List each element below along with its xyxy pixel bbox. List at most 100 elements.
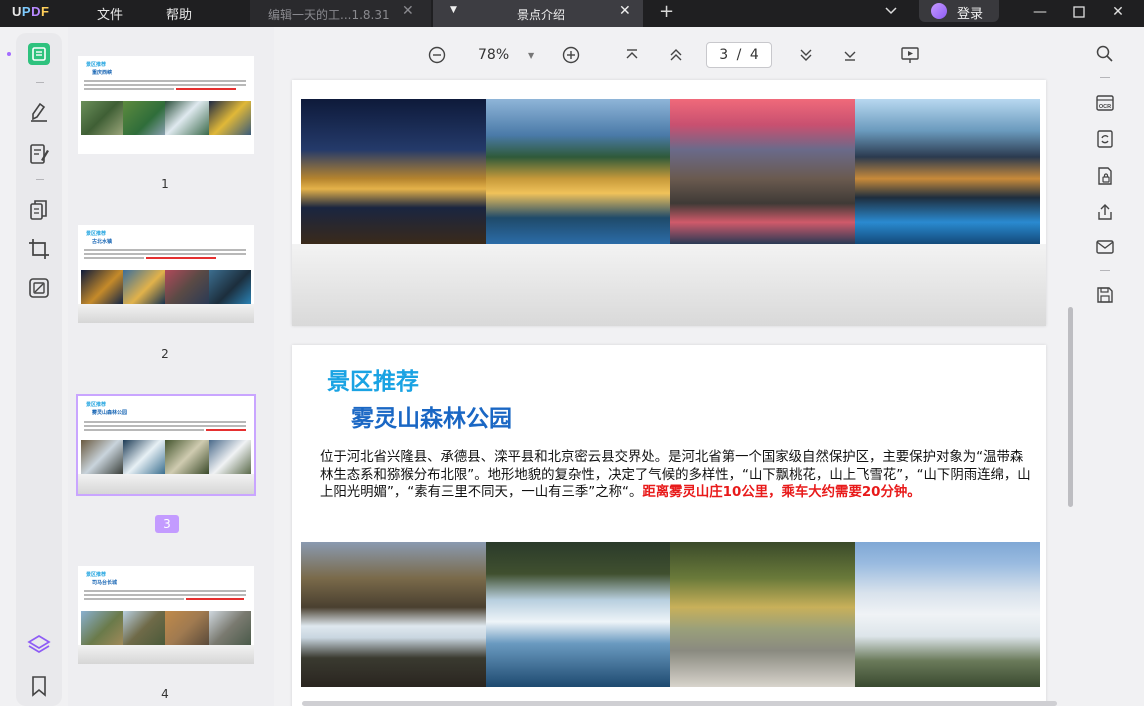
- photo-lake-evening: [855, 99, 1040, 244]
- thumb-text-line: [84, 88, 174, 90]
- thumb-text-line: [84, 249, 246, 251]
- body-paragraph: 位于河北省兴隆县、承德县、滦平县和北京密云县交界处。是河北省第一个国家级自然保护…: [320, 449, 1036, 502]
- thumbnail-page-number: 1: [161, 177, 169, 191]
- vertical-scrollbar[interactable]: [1068, 307, 1073, 507]
- current-page: 3: [719, 47, 729, 63]
- maximize-icon[interactable]: [1070, 3, 1088, 21]
- thumb-title: 景区推荐: [86, 572, 107, 578]
- close-icon[interactable]: ✕: [1109, 3, 1127, 21]
- highlight-text: 距离雾灵山庄10公里，乘车大约需要20分钟。: [642, 485, 921, 500]
- thumb-red-line: [206, 429, 246, 431]
- ocr-icon[interactable]: OCR: [1095, 93, 1115, 113]
- view-toolbar: 78% ▼ 3 / 4: [274, 27, 1077, 80]
- last-page-icon[interactable]: [840, 45, 860, 65]
- thumb-photo: [209, 101, 251, 135]
- slideshow-icon[interactable]: [900, 45, 920, 65]
- layers-icon[interactable]: [27, 633, 51, 657]
- previous-page-icon[interactable]: [666, 45, 686, 65]
- tab-close-icon[interactable]: ✕: [619, 3, 631, 19]
- tab-close-icon[interactable]: ✕: [402, 3, 414, 19]
- next-page-icon[interactable]: [796, 45, 816, 65]
- thumb-grey-band: [78, 304, 254, 323]
- photo-cascade: [486, 542, 670, 687]
- comment-icon[interactable]: [27, 100, 51, 124]
- thumb-photo: [81, 611, 123, 645]
- login-label: 登录: [957, 7, 984, 22]
- convert-icon[interactable]: [1095, 129, 1115, 149]
- separator: [36, 82, 44, 83]
- share-icon[interactable]: [1095, 202, 1115, 222]
- thumb-photo: [81, 270, 123, 304]
- menu-file[interactable]: 文件: [97, 4, 123, 23]
- thumb-text-line: [84, 421, 246, 423]
- thumb-text-line: [84, 253, 246, 255]
- svg-text:OCR: OCR: [1099, 104, 1111, 110]
- left-toolbar: [0, 27, 68, 706]
- photo-sunset-canal: [670, 99, 855, 244]
- photo-sea-of-clouds: [855, 542, 1040, 687]
- save-icon[interactable]: [1095, 285, 1115, 305]
- thumb-photo: [81, 440, 123, 474]
- separator: [1100, 77, 1110, 78]
- login-button[interactable]: 登录: [919, 0, 999, 22]
- tab-dropdown-icon[interactable]: ▼: [450, 5, 457, 15]
- thumb-photo: [165, 611, 209, 645]
- thumb-text-line: [84, 425, 246, 427]
- right-toolbar: OCR: [1077, 27, 1144, 706]
- edit-pdf-icon[interactable]: [27, 142, 51, 166]
- tab-label: 景点介绍: [517, 8, 566, 22]
- photo-forest-stairs: [670, 542, 855, 687]
- thumbnail-page-2[interactable]: 景区推荐 古北水镇: [78, 225, 254, 323]
- document-viewer[interactable]: 78% ▼ 3 / 4 景区推荐 雾灵山森林公园 位于河北省兴隆县、承德县、滦平…: [274, 27, 1077, 706]
- photo-water-town: [486, 99, 670, 244]
- zoom-in-icon[interactable]: [561, 45, 581, 65]
- search-icon[interactable]: [1095, 44, 1115, 64]
- zoom-out-icon[interactable]: [427, 45, 447, 65]
- horizontal-scrollbar[interactable]: [302, 701, 1057, 706]
- add-tab-icon[interactable]: +: [659, 1, 674, 22]
- thumb-grey-band: [78, 474, 254, 494]
- bookmark-icon[interactable]: [27, 674, 51, 698]
- redact-icon[interactable]: [27, 276, 51, 300]
- thumb-text-line: [84, 80, 246, 82]
- page-separator: /: [736, 47, 742, 63]
- thumb-red-line: [176, 88, 236, 90]
- section-subtitle: 雾灵山森林公园: [351, 406, 512, 432]
- thumb-subtitle: 古北水镇: [92, 239, 113, 245]
- thumb-red-line: [186, 598, 244, 600]
- thumb-subtitle: 司马台长城: [92, 580, 118, 586]
- reader-mode-icon[interactable]: [27, 42, 51, 66]
- thumb-photo: [123, 440, 165, 474]
- minimize-icon[interactable]: —: [1031, 3, 1049, 21]
- thumb-red-line: [146, 257, 216, 259]
- thumbnail-page-1[interactable]: 景区推荐 重庆西峡: [78, 56, 254, 154]
- zoom-level[interactable]: 78%: [478, 47, 509, 63]
- updf-logo[interactable]: UPDF: [12, 4, 49, 19]
- active-dot: [7, 52, 11, 56]
- zoom-dropdown-icon[interactable]: ▼: [528, 51, 534, 60]
- thumbnail-page-number: 4: [161, 687, 169, 701]
- section-title: 景区推荐: [327, 369, 419, 395]
- protect-icon[interactable]: [1095, 166, 1115, 186]
- tab-document-2[interactable]: ▼ 景点介绍 ✕: [433, 0, 643, 27]
- horizontal-scrollbar-track: [274, 701, 1077, 706]
- tab-document-1[interactable]: 编辑一天的工...1.8.31 ✕: [250, 0, 431, 27]
- thumbnail-page-4[interactable]: 景区推荐 司马台长城: [78, 566, 254, 664]
- thumbnail-panel[interactable]: 景区推荐 重庆西峡 1 景区推荐 古北水镇 2 景区推荐 雾灵山森林公园 3 景…: [68, 27, 274, 706]
- page-number-input[interactable]: 3 / 4: [706, 42, 772, 68]
- separator: [36, 179, 44, 180]
- thumb-photo: [123, 611, 165, 645]
- first-page-icon[interactable]: [622, 45, 642, 65]
- organize-pages-icon[interactable]: [27, 199, 51, 223]
- menu-help[interactable]: 帮助: [166, 4, 192, 23]
- thumb-photo: [123, 270, 165, 304]
- thumb-photo: [165, 270, 209, 304]
- chevron-down-icon[interactable]: [884, 4, 898, 18]
- thumb-text-line: [84, 257, 144, 259]
- avatar: [931, 3, 947, 19]
- thumbnail-page-3[interactable]: 景区推荐 雾灵山森林公园: [76, 394, 256, 496]
- crop-icon[interactable]: [27, 237, 51, 261]
- thumb-text-line: [84, 598, 184, 600]
- mail-icon[interactable]: [1095, 237, 1115, 257]
- thumb-photo: [123, 101, 165, 135]
